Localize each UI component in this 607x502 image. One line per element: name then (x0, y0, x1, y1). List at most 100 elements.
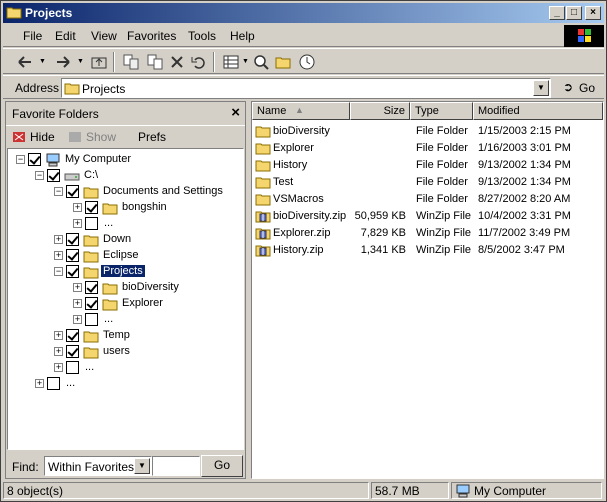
forward-icon[interactable] (53, 52, 73, 72)
tree-checkbox[interactable] (47, 377, 60, 390)
menu-edit[interactable]: Edit (55, 29, 76, 43)
file-row[interactable]: History.zip 1,341 KB WinZip File 8/5/2002 3… (252, 242, 603, 259)
address-dropdown-button[interactable]: ▼ (533, 80, 549, 96)
favorite-folders-pane: Favorite Folders × Hide Show Prefs − My C… (5, 101, 246, 479)
expand-toggle-icon[interactable]: + (54, 347, 63, 356)
expand-toggle-icon[interactable]: − (16, 155, 25, 164)
expand-toggle-icon[interactable]: − (54, 187, 63, 196)
menu-tools[interactable]: Tools (188, 29, 216, 43)
tree-checkbox[interactable] (66, 249, 79, 262)
explorer-window: Projects _ □ × File Edit View Favorites … (0, 0, 607, 502)
find-scope-dropdown-button[interactable]: ▼ (134, 458, 150, 474)
expand-toggle-icon[interactable]: + (54, 331, 63, 340)
tree-checkbox[interactable] (66, 265, 79, 278)
file-row[interactable]: Test File Folder 9/13/2002 1:34 PM (252, 174, 603, 191)
expand-toggle-icon[interactable]: + (54, 363, 63, 372)
expand-toggle-icon[interactable]: + (54, 251, 63, 260)
tree-node[interactable]: +... (54, 360, 244, 376)
tree-node[interactable]: +... (73, 312, 244, 328)
prefs-button[interactable]: Prefs (138, 130, 166, 144)
tree-node[interactable]: − C:\ (35, 168, 244, 184)
column-header-modified[interactable]: Modified (473, 102, 603, 120)
up-folder-icon[interactable] (89, 52, 109, 72)
expand-toggle-icon[interactable]: + (73, 315, 82, 324)
tree-checkbox[interactable] (85, 281, 98, 294)
expand-toggle-icon[interactable]: + (35, 379, 44, 388)
tree-checkbox[interactable] (85, 313, 98, 326)
tree-node[interactable]: + bioDiversity (73, 280, 244, 296)
tree-checkbox[interactable] (66, 361, 79, 374)
menu-help[interactable]: Help (230, 29, 255, 43)
expand-toggle-icon[interactable]: − (35, 171, 44, 180)
tree-node[interactable]: − Projects (54, 264, 244, 280)
menu-file[interactable]: File (23, 29, 42, 43)
expand-toggle-icon[interactable]: + (73, 299, 82, 308)
tree-checkbox[interactable] (66, 185, 79, 198)
tree-node[interactable]: + Eclipse (54, 248, 244, 264)
file-row[interactable]: bioDiversity.zip 50,959 KB WinZip File 10/4… (252, 208, 603, 225)
tree-checkbox[interactable] (47, 169, 60, 182)
tree-checkbox[interactable] (85, 201, 98, 214)
folders-icon[interactable] (273, 52, 293, 72)
tree-checkbox[interactable] (85, 217, 98, 230)
address-value: Projects (82, 82, 126, 96)
file-type: WinZip File (416, 227, 472, 239)
tree-checkbox[interactable] (28, 153, 41, 166)
forward-dropdown-icon[interactable]: ▼ (77, 58, 84, 65)
history-icon[interactable] (297, 52, 317, 72)
tree-node[interactable]: +... (35, 376, 244, 392)
folder-icon (102, 297, 118, 311)
views-dropdown-icon[interactable]: ▼ (242, 58, 249, 65)
show-button[interactable]: Show (86, 130, 116, 144)
menu-view[interactable]: View (91, 29, 117, 43)
tree-node[interactable]: + users (54, 344, 244, 360)
tree-node[interactable]: +... (73, 216, 244, 232)
tree-node[interactable]: − Documents and Settings (54, 184, 244, 200)
column-header-name[interactable]: Name ▲ (252, 102, 350, 120)
status-objects: 8 object(s) (3, 482, 369, 499)
tree-checkbox[interactable] (66, 345, 79, 358)
search-icon[interactable] (251, 52, 271, 72)
delete-icon[interactable] (167, 52, 187, 72)
expand-toggle-icon[interactable]: + (73, 219, 82, 228)
find-input[interactable] (152, 456, 200, 476)
copy-to-icon[interactable] (145, 52, 165, 72)
move-to-icon[interactable] (121, 52, 141, 72)
back-dropdown-icon[interactable]: ▼ (39, 58, 46, 65)
undo-icon[interactable] (189, 52, 209, 72)
tree-checkbox[interactable] (66, 233, 79, 246)
file-row[interactable]: VSMacros File Folder 8/27/2002 8:20 AM (252, 191, 603, 208)
tree-node[interactable]: + Temp (54, 328, 244, 344)
tree-checkbox[interactable] (66, 329, 79, 342)
expand-toggle-icon[interactable]: + (73, 203, 82, 212)
find-go-button[interactable]: Go (201, 455, 243, 477)
address-go-button[interactable]: ➲ Go (559, 79, 603, 97)
menu-favorites[interactable]: Favorites (127, 29, 176, 43)
file-row[interactable]: Explorer.zip 7,829 KB WinZip File 11/7/2002… (252, 225, 603, 242)
close-button[interactable]: × (585, 6, 601, 20)
column-header-type[interactable]: Type (410, 102, 473, 120)
minimize-button[interactable]: _ (549, 6, 565, 20)
tree-checkbox[interactable] (85, 297, 98, 310)
hide-button[interactable]: Hide (30, 130, 55, 144)
file-row[interactable]: bioDiversity File Folder 1/15/2003 2:15 PM (252, 123, 603, 140)
maximize-button[interactable]: □ (566, 6, 582, 20)
file-row[interactable]: Explorer File Folder 1/16/2003 3:01 PM (252, 140, 603, 157)
expand-toggle-icon[interactable]: − (54, 267, 63, 276)
tree-node[interactable]: + Explorer (73, 296, 244, 312)
column-header-size[interactable]: Size (350, 102, 410, 120)
views-icon[interactable] (221, 52, 241, 72)
back-icon[interactable] (15, 52, 35, 72)
file-row[interactable]: History File Folder 9/13/2002 1:34 PM (252, 157, 603, 174)
folder-icon (83, 249, 99, 263)
tree-node[interactable]: − My Computer (16, 152, 244, 168)
expand-toggle-icon[interactable]: + (54, 235, 63, 244)
expand-toggle-icon[interactable]: + (73, 283, 82, 292)
tree-node[interactable]: + bongshin (73, 200, 244, 216)
close-pane-icon[interactable]: × (231, 104, 240, 121)
address-input[interactable]: Projects ▼ (61, 78, 551, 98)
title-bar[interactable]: Projects _ □ × (3, 3, 604, 23)
find-scope-select[interactable]: Within Favorites ▼ (44, 456, 152, 476)
tree-node[interactable]: + Down (54, 232, 244, 248)
tree-node-label: My Computer (65, 153, 132, 165)
